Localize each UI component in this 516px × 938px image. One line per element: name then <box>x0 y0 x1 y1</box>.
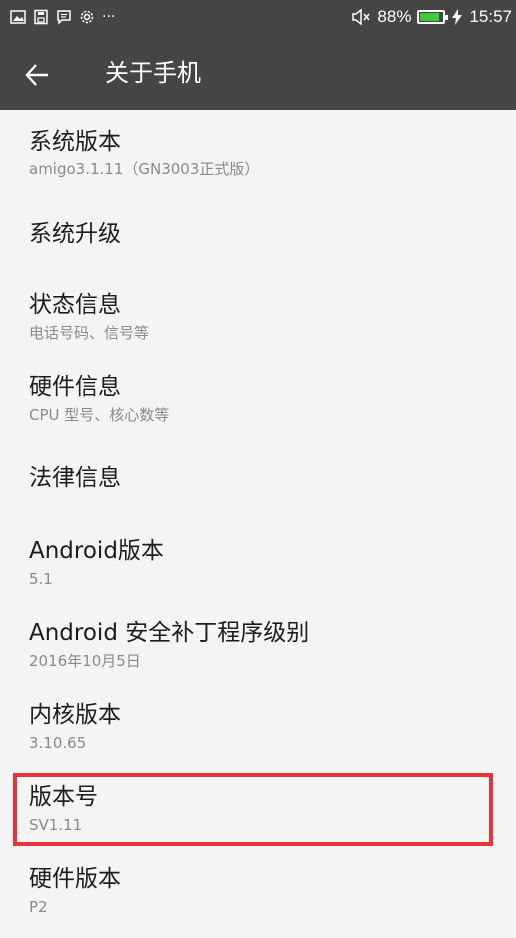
list-item-title: 硬件信息 <box>29 374 121 400</box>
list-item-title: 内核版本 <box>29 702 121 728</box>
battery-level <box>420 13 440 21</box>
page-title: 关于手机 <box>105 59 201 87</box>
list-item-title: 版本号 <box>29 784 98 810</box>
battery-icon <box>417 10 449 24</box>
clock: 15:57 <box>469 7 512 26</box>
list-item-hardware-info[interactable]: 硬件信息 CPU 型号、核心数等 <box>0 366 516 448</box>
more-notifications-indicator: ··· <box>102 9 116 25</box>
list-item-title: Android版本 <box>29 538 164 564</box>
message-icon <box>57 10 71 25</box>
list-item-hardware-version[interactable]: 硬件版本 P2 <box>0 858 516 938</box>
list-item-subtitle: CPU 型号、核心数等 <box>29 406 170 424</box>
app-bar: 关于手机 <box>0 38 516 110</box>
mute-icon <box>352 8 370 26</box>
list-item-system-upgrade[interactable]: 系统升级 <box>0 204 516 284</box>
list-item-build-number[interactable]: 版本号 SV1.11 <box>0 776 516 858</box>
list-item-legal-info[interactable]: 法律信息 <box>0 448 516 530</box>
list-item-title: 系统升级 <box>29 221 121 247</box>
list-item-system-version[interactable]: 系统版本 amigo3.1.11（GN3003正式版） <box>0 110 516 204</box>
list-item-title: Android 安全补丁程序级别 <box>29 620 310 646</box>
list-item-subtitle: SV1.11 <box>29 816 83 834</box>
list-item-android-version[interactable]: Android版本 5.1 <box>0 530 516 612</box>
list-item-subtitle: 5.1 <box>29 570 53 588</box>
list-item-status-info[interactable]: 状态信息 电话号码、信号等 <box>0 284 516 366</box>
notification-icons: ··· <box>10 9 115 25</box>
save-icon <box>34 9 48 25</box>
list-item-subtitle: 3.10.65 <box>29 734 87 752</box>
charging-icon <box>452 9 463 25</box>
list-item-subtitle: P2 <box>29 898 48 916</box>
list-item-subtitle: 2016年10月5日 <box>29 652 141 670</box>
status-bar: ··· 88% 15:57 <box>0 0 516 38</box>
list-item-title: 状态信息 <box>29 292 121 318</box>
list-item-security-patch[interactable]: Android 安全补丁程序级别 2016年10月5日 <box>0 612 516 694</box>
list-item-subtitle: 电话号码、信号等 <box>29 324 150 342</box>
list-item-kernel-version[interactable]: 内核版本 3.10.65 <box>0 694 516 776</box>
arrow-left-icon[interactable] <box>24 62 50 88</box>
list-item-title: 系统版本 <box>29 129 121 155</box>
battery-percent: 88% <box>377 7 412 26</box>
list-item-title: 法律信息 <box>29 465 121 491</box>
gear-icon <box>80 10 94 24</box>
image-icon <box>10 10 26 24</box>
list-item-subtitle: amigo3.1.11（GN3003正式版） <box>29 160 260 178</box>
list-item-title: 硬件版本 <box>29 866 121 892</box>
system-status: 88% 15:57 <box>351 7 512 27</box>
